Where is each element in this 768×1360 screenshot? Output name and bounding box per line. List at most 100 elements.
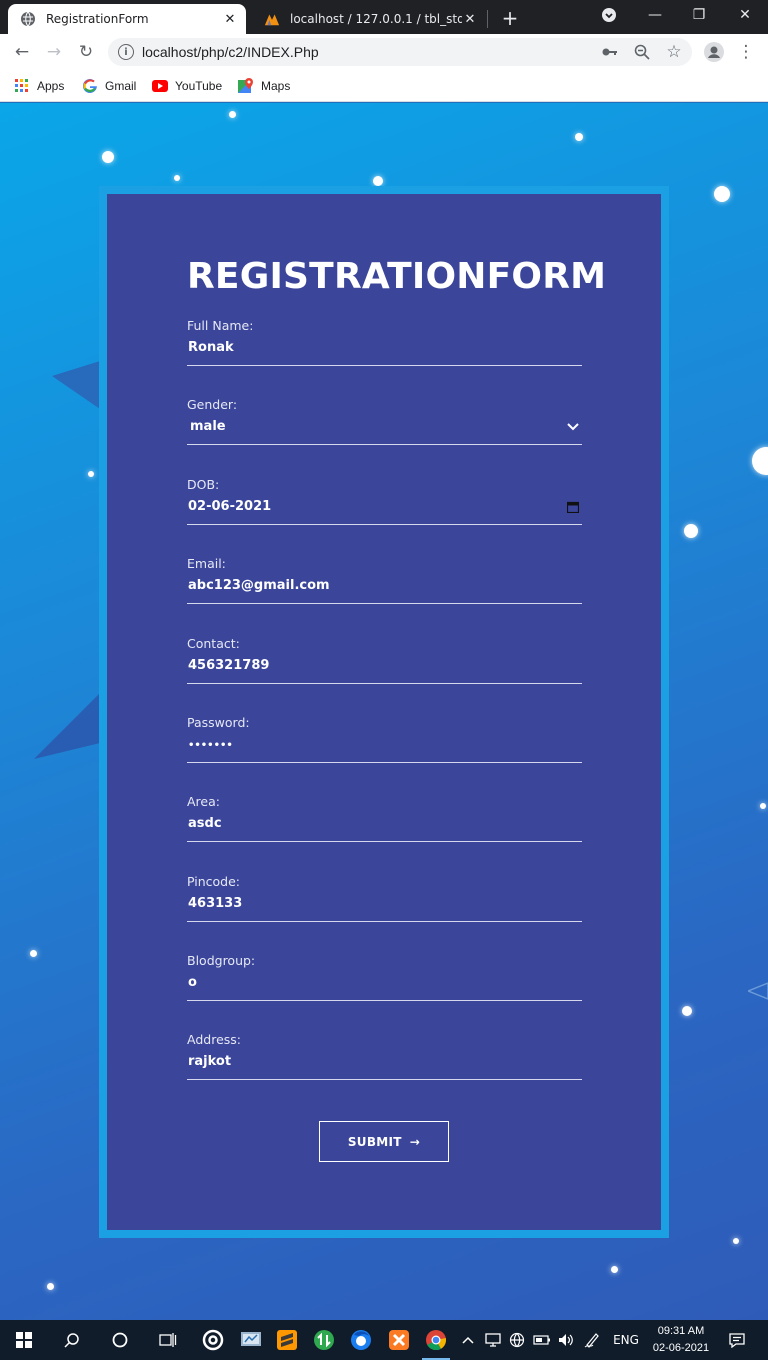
minimize-icon[interactable]: — [632, 0, 678, 30]
bookmark-star-icon[interactable]: ☆ [664, 42, 684, 62]
task-view-icon[interactable] [150, 1320, 186, 1360]
sublime-text-icon[interactable] [269, 1320, 305, 1360]
field-label: Gender: [187, 397, 238, 412]
new-tab-icon[interactable]: + [498, 6, 522, 30]
bookmarks-bar: Apps Gmail YouTube Maps [0, 70, 768, 102]
submit-button[interactable]: SUBMIT → [319, 1121, 449, 1162]
sparkle [575, 133, 583, 141]
back-arrow-icon[interactable]: ← [10, 40, 34, 64]
bookmark-maps[interactable]: Maps [238, 76, 290, 96]
email-input[interactable]: abc123@gmail.com [188, 578, 330, 593]
page-background: REGISTRATIONFORM Full Name: Ronak Gender… [0, 103, 768, 1320]
tab-registration-form[interactable]: RegistrationForm ✕ [8, 4, 246, 34]
network-globe-icon[interactable] [506, 1320, 528, 1360]
reload-icon[interactable]: ↻ [74, 40, 98, 64]
tab-title: localhost / 127.0.0.1 / tbl_std / tbl [290, 12, 462, 26]
password-input[interactable]: ••••••• [188, 740, 233, 751]
bookmark-youtube[interactable]: YouTube [152, 76, 222, 96]
battery-icon[interactable] [530, 1320, 554, 1360]
chevron-down-icon[interactable] [566, 419, 580, 435]
area-input[interactable]: asdc [188, 816, 222, 831]
cortana-icon[interactable] [102, 1320, 138, 1360]
field-label: Password: [187, 715, 250, 730]
sparkle [714, 186, 730, 202]
search-icon[interactable] [54, 1320, 90, 1360]
windows-start-icon[interactable] [6, 1320, 42, 1360]
field-underline [187, 524, 582, 525]
field-label: Email: [187, 556, 226, 571]
bookmark-gmail[interactable]: Gmail [82, 76, 136, 96]
address-url[interactable]: localhost/php/c2/INDEX.Php [142, 44, 319, 60]
bloodgroup-field[interactable]: Blodgroup: o [187, 953, 582, 1017]
gender-field[interactable]: Gender: male [187, 397, 582, 461]
submit-label: SUBMIT [347, 1134, 402, 1149]
taskbar-clock[interactable]: 09:31 AM 02-06-2021 [646, 1323, 716, 1357]
sparkle [47, 1283, 54, 1290]
field-label: Full Name: [187, 318, 254, 333]
tray-chevron-up-icon[interactable] [458, 1320, 478, 1360]
windows-taskbar: ENG 09:31 AM 02-06-2021 [0, 1320, 768, 1360]
dob-input[interactable]: 02-06-2021 [188, 499, 271, 514]
address-bar[interactable]: i localhost/php/c2/INDEX.Php ☆ [108, 38, 692, 66]
site-info-icon[interactable]: i [118, 44, 134, 60]
bloodgroup-input[interactable]: o [188, 975, 197, 990]
firefox-icon[interactable] [343, 1320, 379, 1360]
phpmyadmin-icon [264, 11, 280, 27]
form-title: REGISTRATIONFORM [187, 256, 607, 297]
close-window-icon[interactable]: ✕ [722, 0, 768, 30]
display-icon[interactable] [482, 1320, 504, 1360]
address-input[interactable]: rajkot [188, 1054, 231, 1069]
zoom-out-icon[interactable] [632, 42, 652, 62]
menu-kebab-icon[interactable]: ⋮ [734, 40, 758, 64]
chrome-icon[interactable] [418, 1320, 454, 1360]
sync-arrows-icon[interactable] [306, 1320, 342, 1360]
password-field[interactable]: Password: ••••••• [187, 715, 582, 779]
browser-tab-bar: RegistrationForm ✕ localhost / 127.0.0.1… [0, 0, 768, 34]
xampp-icon[interactable] [381, 1320, 417, 1360]
field-label: Area: [187, 794, 220, 809]
field-underline [187, 365, 582, 366]
language-indicator[interactable]: ENG [610, 1320, 642, 1360]
tab-search-icon[interactable] [586, 0, 632, 30]
apps-grid-icon [14, 78, 30, 94]
control-panel-icon[interactable] [233, 1320, 269, 1360]
field-label: Pincode: [187, 874, 241, 889]
notifications-icon[interactable] [722, 1320, 752, 1360]
decor-triangle [52, 361, 100, 409]
contact-input[interactable]: 456321789 [188, 658, 269, 673]
full-name-field[interactable]: Full Name: Ronak [187, 318, 582, 382]
email-field[interactable]: Email: abc123@gmail.com [187, 556, 582, 620]
sparkle [88, 471, 94, 477]
gender-select[interactable]: male [190, 419, 226, 434]
sparkle [174, 175, 180, 181]
calendar-icon[interactable] [566, 499, 580, 515]
bookmark-label: Gmail [105, 79, 137, 93]
settings-ring-icon[interactable] [195, 1320, 231, 1360]
arrow-right-icon: → [409, 1134, 421, 1149]
tab-separator [487, 10, 488, 28]
sparkle [682, 1006, 692, 1016]
pincode-field[interactable]: Pincode: 463133 [187, 874, 582, 938]
full-name-input[interactable]: Ronak [188, 340, 234, 355]
tab-phpmyadmin[interactable]: localhost / 127.0.0.1 / tbl_std / tbl ✕ [252, 4, 486, 34]
close-tab-icon[interactable]: ✕ [462, 11, 478, 27]
field-label: Address: [187, 1032, 241, 1047]
pincode-input[interactable]: 463133 [188, 896, 242, 911]
volume-icon[interactable] [555, 1320, 577, 1360]
dob-field[interactable]: DOB: 02-06-2021 [187, 477, 582, 541]
profile-avatar-icon[interactable] [702, 40, 726, 64]
forward-arrow-icon[interactable]: → [42, 40, 66, 64]
bookmark-label: Apps [37, 79, 65, 93]
address-field[interactable]: Address: rajkot [187, 1032, 582, 1096]
pen-ink-icon[interactable] [581, 1320, 603, 1360]
area-field[interactable]: Area: asdc [187, 794, 582, 858]
close-tab-icon[interactable]: ✕ [222, 11, 238, 27]
field-underline [187, 444, 582, 445]
restore-icon[interactable]: ❐ [676, 0, 722, 30]
contact-field[interactable]: Contact: 456321789 [187, 636, 582, 700]
field-underline [187, 1000, 582, 1001]
sparkle [30, 950, 37, 957]
field-underline [187, 841, 582, 842]
bookmark-apps[interactable]: Apps [14, 76, 64, 96]
key-icon[interactable] [600, 42, 620, 62]
